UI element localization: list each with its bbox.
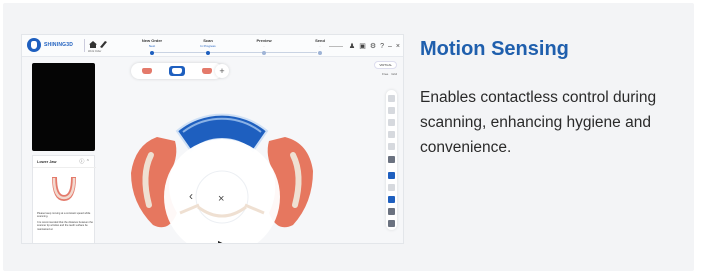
app-topbar: SHINING3D Work Order New Order Next Scan…: [22, 35, 403, 57]
step-scan[interactable]: Scan In Progress: [188, 38, 228, 48]
scan-tip: It is recommended that the distance betw…: [37, 220, 93, 231]
step-dot-scan: [206, 50, 210, 55]
minimize-icon[interactable]: –: [388, 42, 392, 51]
app-screenshot: SHINING3D Work Order New Order Next Scan…: [21, 34, 404, 244]
work-order-label: Work Order: [88, 50, 102, 53]
step-dot-new-order: [150, 50, 154, 55]
brand-logo-icon: [27, 38, 41, 52]
tool-icon[interactable]: [388, 95, 395, 102]
gesture-left-arrow[interactable]: ‹: [189, 189, 193, 203]
scan-tip: Please keep moving at a constant speed w…: [37, 212, 91, 219]
panel-controls[interactable]: ⓘ ⌃: [79, 158, 90, 165]
screen-icon[interactable]: ▣: [359, 42, 366, 51]
tool-icon[interactable]: [388, 184, 395, 191]
gear-icon[interactable]: ⚙: [370, 42, 376, 51]
home-icon[interactable]: [89, 41, 97, 48]
scan-viewport[interactable]: ‹ × ▶: [117, 75, 327, 244]
camera-preview: [32, 63, 95, 151]
topbar-divider: [84, 39, 85, 52]
view-badge[interactable]: VIRTUAL: [374, 61, 397, 69]
brand-name: SHINING3D: [44, 42, 74, 48]
user-icon[interactable]: ♟: [349, 42, 355, 51]
view-toggle-free[interactable]: Free: [382, 72, 388, 76]
tool-icon[interactable]: [388, 143, 395, 150]
right-toolbar: [386, 90, 397, 230]
feature-title: Motion Sensing: [420, 38, 569, 60]
view-toggle-grid[interactable]: Grid: [391, 72, 397, 76]
tool-icon[interactable]: [388, 220, 395, 227]
step-new-order[interactable]: New Order Next: [132, 38, 172, 48]
tool-icon[interactable]: [388, 107, 395, 114]
scanner-icon[interactable]: [99, 40, 108, 48]
view-controls: VIRTUAL Free Grid: [374, 61, 397, 76]
tool-icon[interactable]: [388, 196, 395, 203]
step-dot-send: [318, 50, 322, 55]
workflow-track: [152, 52, 317, 53]
window-controls: ♟ ▣ ⚙ ? – ×: [328, 41, 400, 51]
lower-jaw-icon: [52, 177, 76, 201]
workflow-steps: New Order Next Scan In Progress Preview …: [132, 35, 342, 57]
tool-icon[interactable]: [388, 156, 395, 163]
panel-title: Lower Jaw: [37, 160, 57, 164]
status-bar-icon: [328, 45, 343, 47]
tool-icon[interactable]: [388, 131, 395, 138]
help-icon[interactable]: ?: [380, 42, 384, 51]
tool-icon[interactable]: [388, 119, 395, 126]
lower-jaw-panel: Lower Jaw ⓘ ⌃ Please keep moving at a co…: [32, 155, 96, 243]
gesture-close-icon[interactable]: ×: [218, 193, 224, 205]
feature-description: Enables contactless control during scann…: [420, 89, 657, 156]
tool-icon[interactable]: [388, 208, 395, 215]
step-dot-preview: [262, 50, 266, 55]
close-icon[interactable]: ×: [396, 42, 400, 51]
gesture-play-icon[interactable]: ▶: [218, 239, 225, 244]
scan-tips: Please keep moving at a constant speed w…: [37, 212, 93, 233]
tool-icon[interactable]: [388, 172, 395, 179]
panel-divider: [33, 167, 96, 168]
step-preview[interactable]: Preview -: [244, 38, 284, 48]
